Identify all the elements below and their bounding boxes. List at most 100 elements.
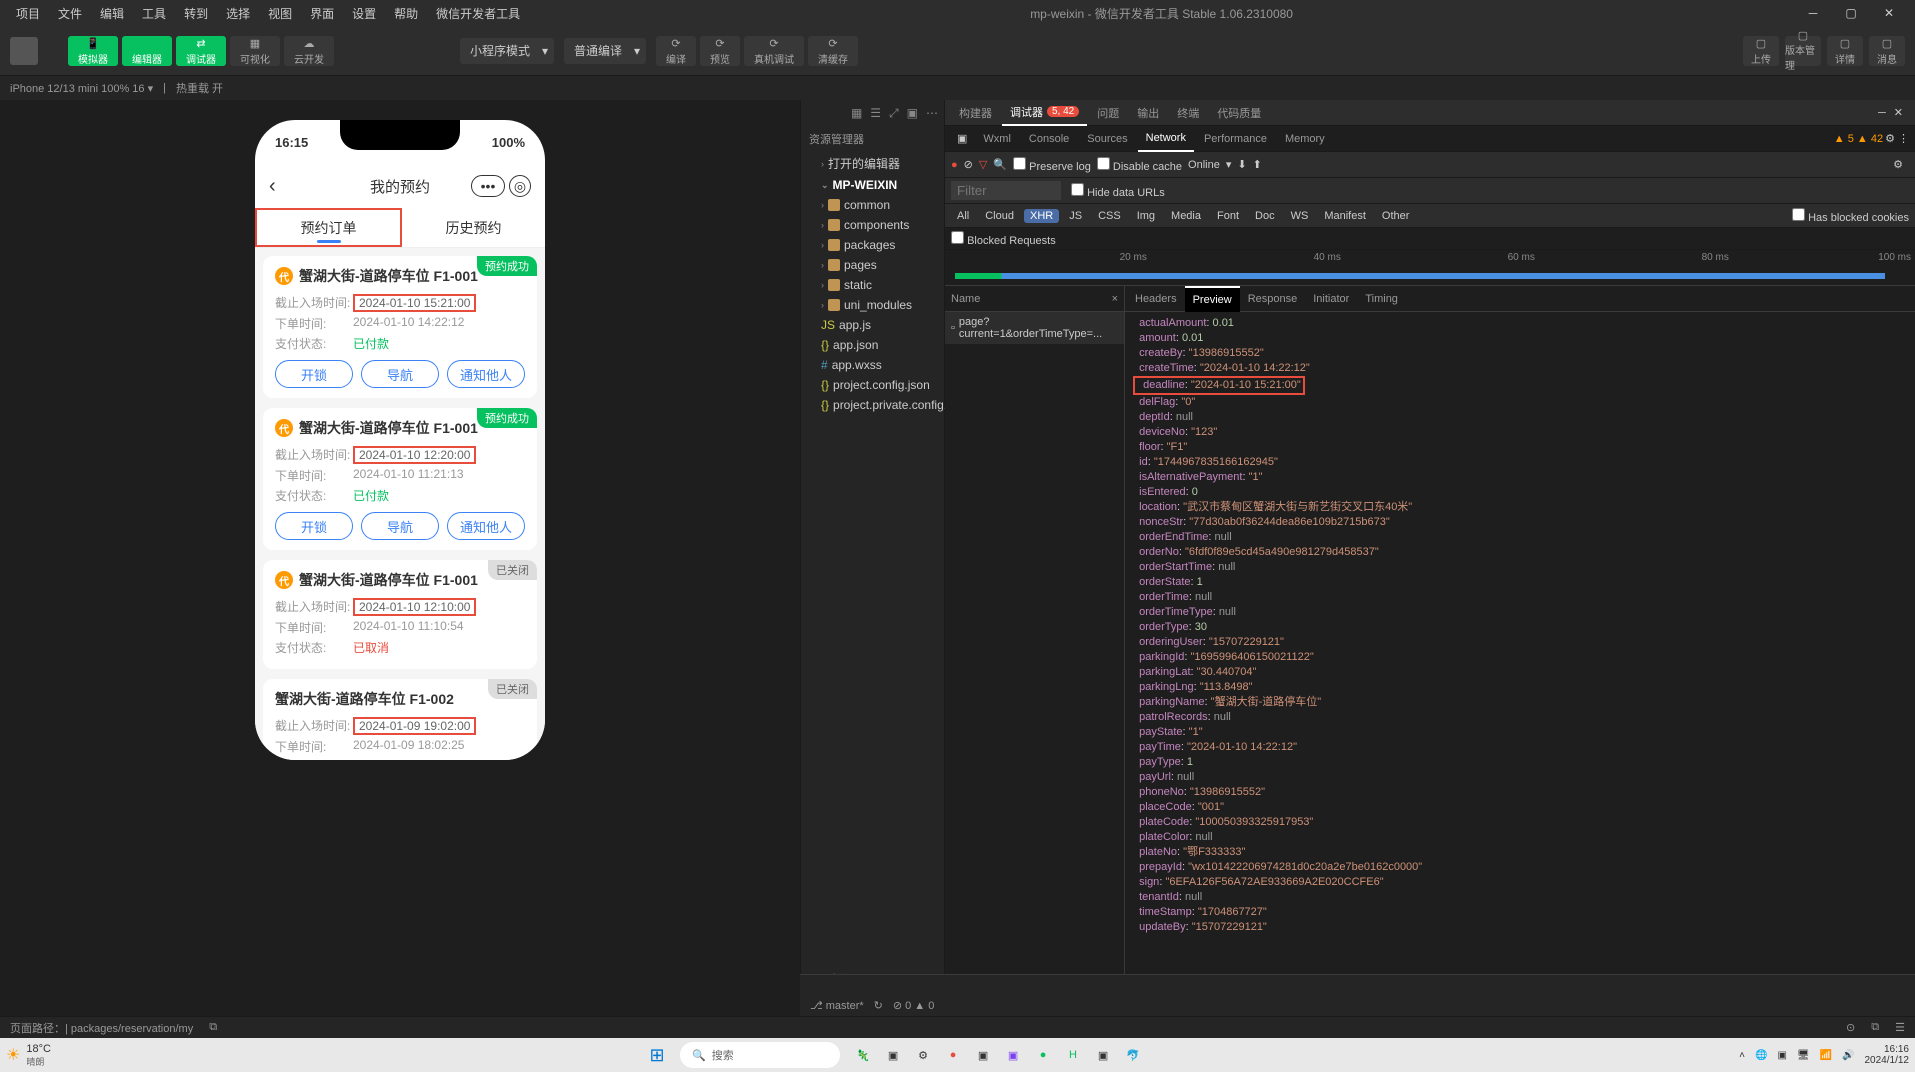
taskbar-app-icon[interactable]: ● <box>940 1042 966 1068</box>
right-button[interactable]: ▢消息 <box>1869 36 1905 66</box>
action-button[interactable]: ⟳预览 <box>700 36 740 66</box>
close-icon[interactable]: × <box>1112 293 1118 305</box>
action-button[interactable]: ⟳清缓存 <box>808 36 858 66</box>
menu-item[interactable]: 转到 <box>176 5 216 22</box>
folder-item[interactable]: › common <box>801 195 944 215</box>
taskbar-app-icon[interactable]: 🐬 <box>1120 1042 1146 1068</box>
clock-time[interactable]: 16:16 <box>1865 1044 1910 1055</box>
avatar[interactable] <box>10 37 38 65</box>
menu-item[interactable]: 界面 <box>302 5 342 22</box>
detail-tab[interactable]: Response <box>1240 286 1306 312</box>
filter-type[interactable]: CSS <box>1092 209 1127 223</box>
file-item[interactable]: {} project.private.config.js... <box>801 395 944 415</box>
mode-button[interactable]: 📱模拟器 <box>68 36 118 66</box>
taskbar-app-icon[interactable]: H <box>1060 1042 1086 1068</box>
compile-type-select[interactable]: 普通编译 <box>564 38 646 64</box>
menu-item[interactable]: 帮助 <box>386 5 426 22</box>
devtools-tab[interactable]: 问题 <box>1089 100 1127 126</box>
nav-button[interactable]: 导航 <box>361 512 439 540</box>
file-item[interactable]: {} project.config.json <box>801 375 944 395</box>
action-button[interactable]: ⟳编译 <box>656 36 696 66</box>
devtools-subtab[interactable]: Sources <box>1079 126 1135 152</box>
request-row[interactable]: ▫page?current=1&orderTimeType=... <box>945 312 1124 344</box>
gear-icon[interactable]: ⚙ <box>1893 158 1903 171</box>
panel-icon[interactable]: ⋯ <box>926 106 938 120</box>
problems[interactable]: ⊘ 0 ▲ 0 <box>893 999 935 1012</box>
file-item[interactable]: {} app.json <box>801 335 944 355</box>
tray-icon[interactable]: 🔊 <box>1842 1050 1854 1061</box>
devtools-subtab[interactable]: Wxml <box>975 126 1019 152</box>
menu-item[interactable]: 文件 <box>50 5 90 22</box>
close-icon[interactable]: ✕ <box>1894 106 1903 119</box>
detail-tab[interactable]: Timing <box>1357 286 1406 312</box>
taskbar-app-icon[interactable]: 🦎 <box>850 1042 876 1068</box>
mode-button[interactable]: ☁云开发 <box>284 36 334 66</box>
right-button[interactable]: ▢上传 <box>1743 36 1779 66</box>
tray-icon[interactable]: 📶 <box>1820 1050 1832 1061</box>
page-path[interactable]: 页面路径：| packages/reservation/my <box>10 1020 193 1036</box>
taskbar-search[interactable]: 🔍 搜索 <box>680 1042 840 1068</box>
opened-editors[interactable]: ›打开的编辑器 <box>801 152 944 175</box>
detail-tab[interactable]: Initiator <box>1305 286 1357 312</box>
hot-reload[interactable]: 热重载 开 <box>176 80 223 96</box>
panel-icon[interactable]: ▦ <box>851 106 862 120</box>
has-blocked-checkbox[interactable]: Has blocked cookies <box>1792 212 1909 224</box>
tray-icon[interactable]: 🖥 <box>1797 1050 1810 1061</box>
devtools-tab[interactable]: 构建器 <box>951 100 1000 126</box>
devtools-subtab[interactable]: Console <box>1021 126 1077 152</box>
right-button[interactable]: ▢版本管理 <box>1785 36 1821 66</box>
folder-item[interactable]: › uni_modules <box>801 295 944 315</box>
search-icon[interactable]: 🔍 <box>993 158 1007 171</box>
panel-icon[interactable]: ☰ <box>870 106 881 120</box>
menu-item[interactable]: 选择 <box>218 5 258 22</box>
menu-dots-icon[interactable]: ••• <box>471 175 505 197</box>
devtools-tab[interactable]: 代码质量 <box>1209 100 1269 126</box>
clock-date[interactable]: 2024/1/12 <box>1865 1055 1910 1066</box>
blocked-requests-checkbox[interactable]: Blocked Requests <box>951 231 1056 247</box>
notify-button[interactable]: 通知他人 <box>447 512 525 540</box>
folder-item[interactable]: › static <box>801 275 944 295</box>
taskbar-app-icon[interactable]: ⚙ <box>910 1042 936 1068</box>
unlock-button[interactable]: 开锁 <box>275 360 353 388</box>
filter-type[interactable]: Doc <box>1249 209 1281 223</box>
status-icon[interactable]: ☰ <box>1895 1021 1905 1034</box>
menu-item[interactable]: 视图 <box>260 5 300 22</box>
filter-type[interactable]: JS <box>1063 209 1088 223</box>
devtools-subtab[interactable]: Performance <box>1196 126 1275 152</box>
filter-type[interactable]: Manifest <box>1318 209 1372 223</box>
phone-tab[interactable]: 预约订单 <box>255 208 402 247</box>
devtools-subtab[interactable]: Memory <box>1277 126 1333 152</box>
taskbar-app-icon[interactable]: ▣ <box>1090 1042 1116 1068</box>
circle-icon[interactable]: ◎ <box>509 175 531 197</box>
panel-icon[interactable]: ⤢ <box>889 106 899 121</box>
devtools-tab[interactable]: 调试器5, 42 <box>1002 100 1087 126</box>
status-icon[interactable]: ⧉ <box>1871 1021 1879 1034</box>
online-select[interactable]: Online ▾ <box>1188 158 1231 171</box>
phone-tab[interactable]: 历史预约 <box>402 208 545 247</box>
close-button[interactable]: ✕ <box>1871 0 1907 26</box>
record-icon[interactable]: ● <box>951 159 958 171</box>
download-icon[interactable]: ⬇ <box>1237 158 1246 171</box>
menu-item[interactable]: 项目 <box>8 5 48 22</box>
file-item[interactable]: JS app.js <box>801 315 944 335</box>
nav-button[interactable]: 导航 <box>361 360 439 388</box>
mode-button[interactable]: 编辑器 <box>122 36 172 66</box>
filter-type[interactable]: WS <box>1285 209 1315 223</box>
folder-item[interactable]: › components <box>801 215 944 235</box>
filter-type[interactable]: Media <box>1165 209 1207 223</box>
taskbar-app-icon[interactable]: ▣ <box>880 1042 906 1068</box>
filter-input[interactable] <box>951 181 1061 200</box>
hide-data-urls-checkbox[interactable]: Hide data URLs <box>1071 183 1165 199</box>
filter-type[interactable]: Img <box>1131 209 1161 223</box>
notify-button[interactable]: 通知他人 <box>447 360 525 388</box>
action-button[interactable]: ⟳真机调试 <box>744 36 804 66</box>
filter-type[interactable]: Other <box>1376 209 1416 223</box>
filter-type[interactable]: Font <box>1211 209 1245 223</box>
folder-item[interactable]: › pages <box>801 255 944 275</box>
mode-button[interactable]: ▦可视化 <box>230 36 280 66</box>
menu-item[interactable]: 设置 <box>344 5 384 22</box>
tray-icon[interactable]: ▣ <box>1777 1050 1786 1061</box>
unlock-button[interactable]: 开锁 <box>275 512 353 540</box>
order-list[interactable]: 预约成功代蟹湖大街-道路停车位 F1-001截止入场时间:2024-01-10 … <box>255 248 545 760</box>
maximize-button[interactable]: ▢ <box>1833 0 1869 26</box>
